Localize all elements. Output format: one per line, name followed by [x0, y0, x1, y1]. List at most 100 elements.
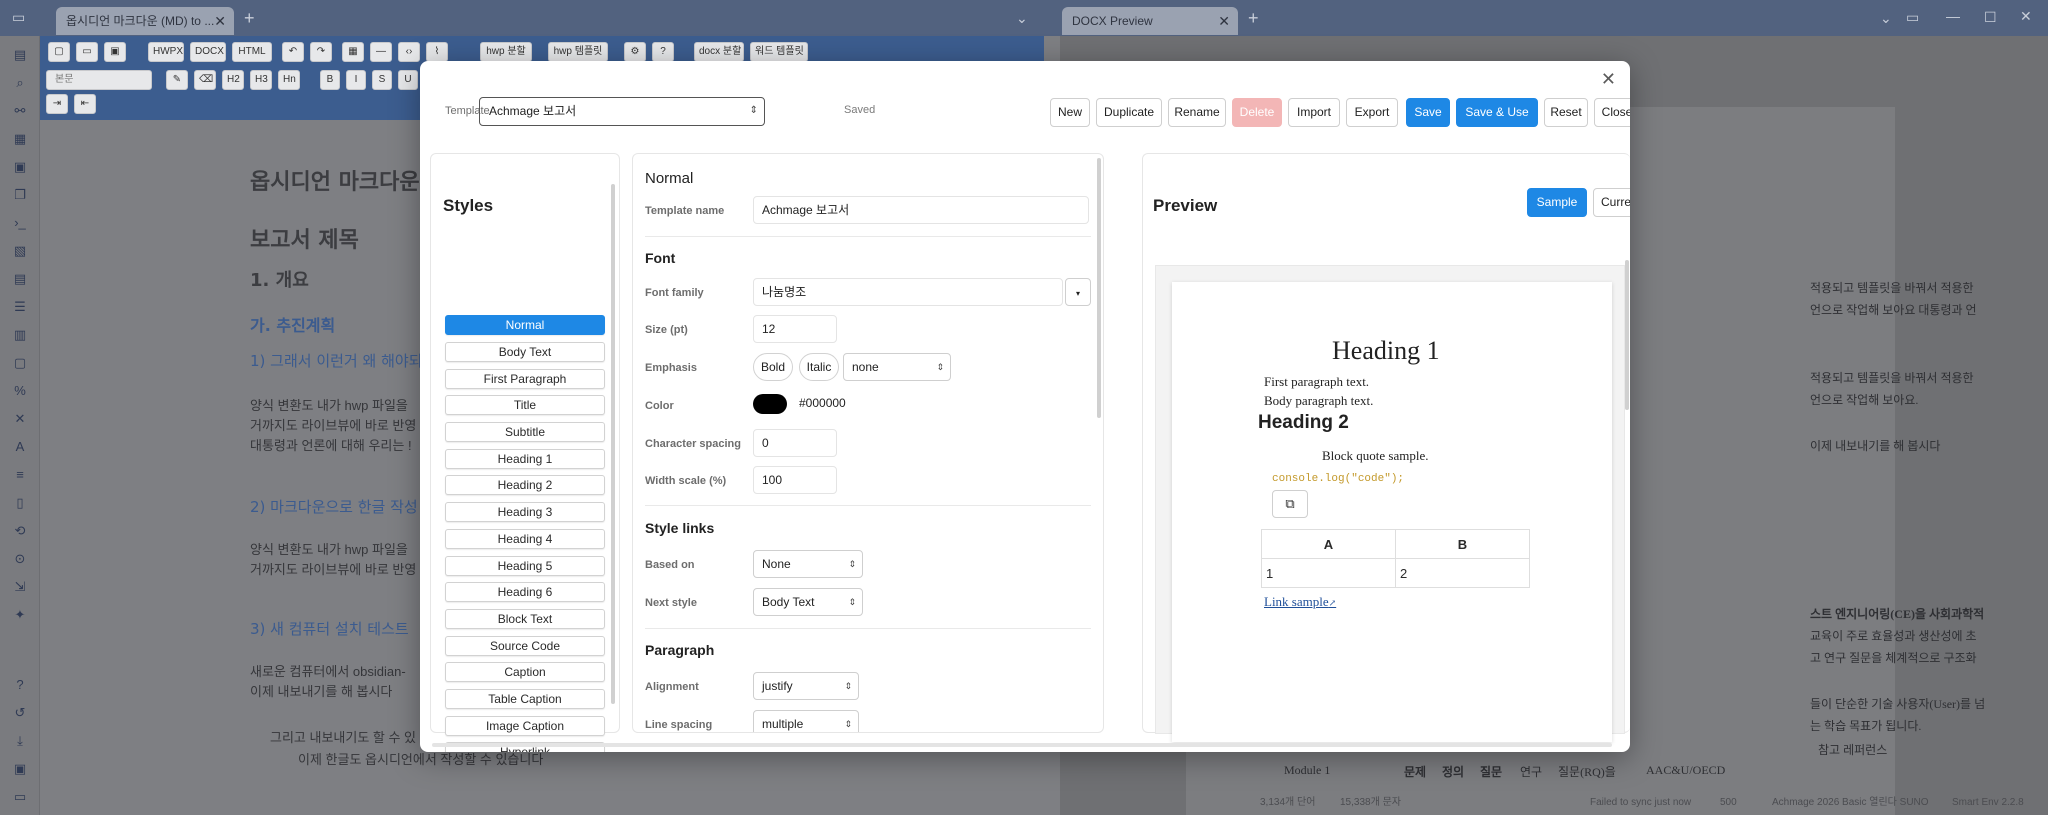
char-spacing-input[interactable]: 0: [753, 429, 837, 457]
preview-scrollbar[interactable]: [1625, 260, 1629, 410]
hr-icon[interactable]: —: [370, 42, 392, 62]
sync-icon[interactable]: ⟲: [11, 522, 29, 540]
style-item-subtitle[interactable]: Subtitle: [445, 422, 605, 442]
wand-icon[interactable]: ✦: [11, 606, 29, 624]
close-icon[interactable]: ✕: [1601, 69, 1616, 90]
new-button[interactable]: New: [1050, 98, 1090, 127]
save-and-use-button[interactable]: Save & Use: [1456, 98, 1538, 127]
status-sync[interactable]: Failed to sync just now: [1590, 790, 1691, 815]
sidebar-toggle-icon[interactable]: ▭: [12, 9, 25, 26]
size-input[interactable]: 12: [753, 315, 837, 343]
eraser-icon[interactable]: ⌫: [194, 70, 216, 90]
tab-markdown[interactable]: 옵시디언 마크다운 (MD) to ... ✕: [56, 7, 234, 35]
status-env[interactable]: Smart Env 2.2.8: [1952, 790, 2024, 815]
tools-icon[interactable]: ✕: [11, 410, 29, 428]
minimize-icon[interactable]: —: [1946, 8, 1960, 24]
italic-button[interactable]: I: [346, 70, 366, 90]
canvas-icon[interactable]: ▧: [11, 242, 29, 260]
maximize-icon[interactable]: ☐: [1984, 9, 1997, 26]
redo-icon[interactable]: ↷: [310, 42, 332, 62]
search-icon[interactable]: ⌕: [11, 74, 29, 92]
h3-button[interactable]: H3: [250, 70, 272, 90]
align-icon[interactable]: ≡: [11, 466, 29, 484]
horizontal-scrollbar[interactable]: [432, 743, 1612, 747]
save-icon[interactable]: ▣: [104, 42, 126, 62]
font-family-input[interactable]: 나눔명조: [753, 278, 1063, 306]
grid-icon[interactable]: ▦: [11, 130, 29, 148]
current-button[interactable]: Current: [1593, 188, 1630, 217]
new-tab-icon[interactable]: +: [1248, 8, 1259, 29]
html-button[interactable]: HTML: [232, 42, 272, 62]
window-close-icon[interactable]: ✕: [2020, 8, 2032, 25]
style-item-body-text[interactable]: Body Text: [445, 342, 605, 362]
docx-split-button[interactable]: docx 분할: [694, 42, 744, 62]
style-item-table-caption[interactable]: Table Caption: [445, 689, 605, 709]
h2-button[interactable]: H2: [222, 70, 244, 90]
rename-button[interactable]: Rename: [1168, 98, 1226, 127]
style-item-heading-6[interactable]: Heading 6: [445, 582, 605, 602]
settings-icon[interactable]: ⚙: [624, 42, 646, 62]
emphasis-select[interactable]: none ⇕: [843, 353, 951, 381]
copy-icon[interactable]: ❐: [11, 186, 29, 204]
style-item-image-caption[interactable]: Image Caption: [445, 716, 605, 736]
help-icon[interactable]: ?: [652, 42, 674, 62]
style-item-heading-1[interactable]: Heading 1: [445, 449, 605, 469]
style-item-block-text[interactable]: Block Text: [445, 609, 605, 629]
template-select[interactable]: Achmage 보고서 ⇕: [479, 97, 765, 126]
tab-close-icon[interactable]: ✕: [214, 7, 226, 35]
width-scale-input[interactable]: 100: [753, 466, 837, 494]
percent-icon[interactable]: %: [11, 382, 29, 400]
book-icon[interactable]: ▥: [11, 326, 29, 344]
bold-toggle[interactable]: Bold: [753, 353, 793, 381]
brush-icon[interactable]: ✎: [166, 70, 188, 90]
attach-icon[interactable]: ⌇: [426, 42, 448, 62]
italic-toggle[interactable]: Italic: [799, 353, 839, 381]
save-button[interactable]: Save: [1406, 98, 1450, 127]
tab-docx-preview[interactable]: DOCX Preview ✕: [1062, 7, 1238, 35]
copy-icon[interactable]: ⧉: [1272, 490, 1308, 518]
download-icon[interactable]: ⤓: [11, 732, 29, 750]
help-icon[interactable]: ?: [11, 676, 29, 694]
export-icon[interactable]: ⇲: [11, 578, 29, 596]
layout-icon[interactable]: ▭: [1906, 9, 1919, 26]
hwpx-button[interactable]: HWPX: [148, 42, 184, 62]
style-item-source-code[interactable]: Source Code: [445, 636, 605, 656]
chat-icon[interactable]: ▭: [11, 788, 29, 806]
graph-icon[interactable]: ⚯: [11, 102, 29, 120]
chevron-down-icon[interactable]: ⌄: [1016, 10, 1028, 27]
preview-link[interactable]: Link sample↗: [1264, 594, 1336, 610]
table-icon[interactable]: ▦: [342, 42, 364, 62]
outdent-icon[interactable]: ⇤: [74, 94, 96, 114]
duplicate-button[interactable]: Duplicate: [1096, 98, 1162, 127]
style-item-first-paragraph[interactable]: First Paragraph: [445, 369, 605, 389]
new-file-icon[interactable]: ▢: [48, 42, 70, 62]
style-item-heading-2[interactable]: Heading 2: [445, 475, 605, 495]
docx-button[interactable]: DOCX: [190, 42, 226, 62]
import-button[interactable]: Import: [1288, 98, 1340, 127]
undo-icon[interactable]: ↶: [282, 42, 304, 62]
new-tab-icon[interactable]: +: [244, 8, 255, 29]
code-icon[interactable]: ‹›: [398, 42, 420, 62]
table-icon[interactable]: ▤: [11, 270, 29, 288]
style-item-heading-4[interactable]: Heading 4: [445, 529, 605, 549]
tab-close-icon[interactable]: ✕: [1218, 7, 1230, 35]
status-template[interactable]: Achmage 2026 Basic 열린다 SUNO: [1772, 790, 1929, 815]
word-template-button[interactable]: 워드 템플릿: [750, 42, 808, 62]
bold-button[interactable]: B: [320, 70, 340, 90]
hwp-template-button[interactable]: hwp 템플릿: [548, 42, 608, 62]
template-name-input[interactable]: Achmage 보고서: [753, 196, 1089, 224]
list-icon[interactable]: ☰: [11, 298, 29, 316]
indent-icon[interactable]: ⇥: [46, 94, 68, 114]
hwp-split-button[interactable]: hwp 분할: [480, 42, 532, 62]
style-item-caption[interactable]: Caption: [445, 662, 605, 682]
history-icon[interactable]: ↺: [11, 704, 29, 722]
export-button[interactable]: Export: [1346, 98, 1398, 127]
style-item-normal[interactable]: Normal: [445, 315, 605, 335]
calendar-icon[interactable]: ▣: [11, 158, 29, 176]
line-spacing-select[interactable]: multiple ⇕: [753, 710, 859, 732]
form-scrollbar[interactable]: [1097, 158, 1101, 418]
alignment-select[interactable]: justify ⇕: [753, 672, 859, 700]
font-family-dropdown[interactable]: ▾: [1065, 278, 1091, 306]
open-folder-icon[interactable]: ▭: [76, 42, 98, 62]
doc-icon[interactable]: ▢: [11, 354, 29, 372]
